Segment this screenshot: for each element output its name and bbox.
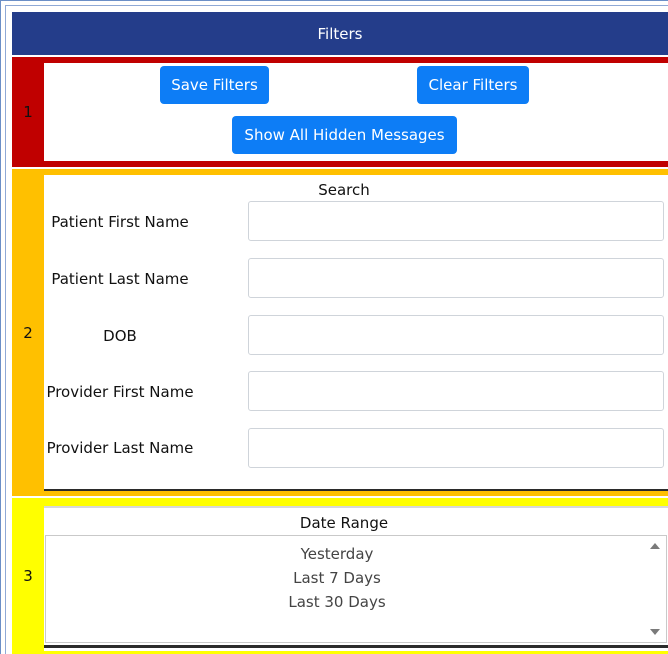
date-range-title: Date Range bbox=[299, 514, 389, 532]
date-range-listbox[interactable]: Yesterday Last 7 Days Last 30 Days bbox=[45, 535, 667, 643]
dob-input[interactable] bbox=[248, 315, 664, 355]
filters-header: Filters bbox=[12, 12, 668, 55]
date-option-last-30-days[interactable]: Last 30 Days bbox=[46, 593, 628, 611]
filters-title: Filters bbox=[317, 24, 363, 43]
section-1-marker: 1 bbox=[23, 103, 33, 121]
patient-last-name-label: Patient Last Name bbox=[51, 270, 189, 288]
clear-filters-button[interactable]: Clear Filters bbox=[417, 66, 529, 104]
save-filters-button[interactable]: Save Filters bbox=[160, 66, 269, 104]
section-3-top-divider bbox=[44, 506, 668, 508]
date-option-last-7-days[interactable]: Last 7 Days bbox=[46, 569, 628, 587]
section-3-marker: 3 bbox=[23, 567, 33, 585]
dob-label: DOB bbox=[103, 327, 137, 345]
search-title: Search bbox=[318, 181, 370, 199]
patient-first-name-input[interactable] bbox=[248, 201, 664, 241]
scroll-down-arrow-icon[interactable] bbox=[648, 625, 662, 639]
provider-last-name-input[interactable] bbox=[248, 428, 664, 468]
section-3-divider bbox=[44, 645, 668, 648]
provider-first-name-label: Provider First Name bbox=[46, 383, 194, 401]
listbox-scrollbar[interactable] bbox=[644, 536, 666, 642]
provider-last-name-label: Provider Last Name bbox=[46, 439, 194, 457]
provider-first-name-input[interactable] bbox=[248, 371, 664, 411]
section-2-marker: 2 bbox=[23, 323, 33, 342]
patient-first-name-label: Patient First Name bbox=[51, 213, 189, 231]
show-hidden-messages-button[interactable]: Show All Hidden Messages bbox=[232, 116, 457, 154]
date-option-yesterday[interactable]: Yesterday bbox=[46, 545, 628, 563]
scroll-up-arrow-icon[interactable] bbox=[648, 539, 662, 553]
section-2-divider bbox=[44, 489, 668, 491]
patient-last-name-input[interactable] bbox=[248, 258, 664, 298]
